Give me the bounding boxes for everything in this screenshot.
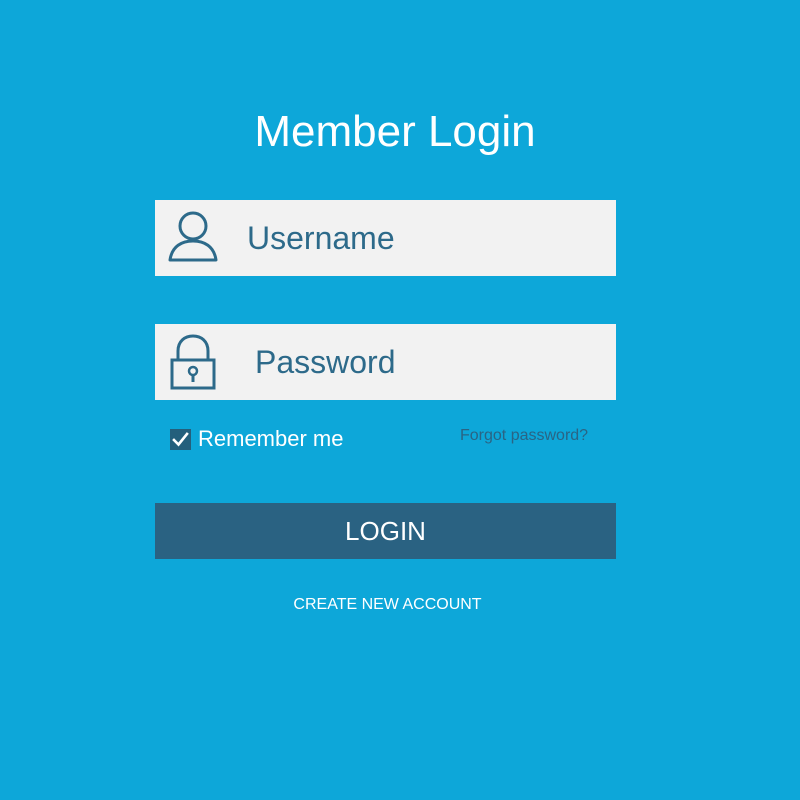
create-account-link[interactable]: CREATE NEW ACCOUNT [0,596,775,614]
username-input[interactable] [247,200,607,276]
lock-icon [167,332,223,392]
login-button[interactable]: LOGIN [155,503,616,559]
page-title: Member Login [254,107,536,156]
password-input[interactable] [255,324,615,400]
checkmark-icon [172,431,189,446]
remember-me-checkbox[interactable]: Remember me [170,426,343,452]
user-icon [167,208,223,268]
remember-me-label: Remember me [198,426,344,451]
password-field[interactable] [155,324,616,400]
forgot-password-link[interactable]: Forgot password? [460,427,588,445]
username-field[interactable] [155,200,616,276]
checkbox-box[interactable] [170,428,191,450]
